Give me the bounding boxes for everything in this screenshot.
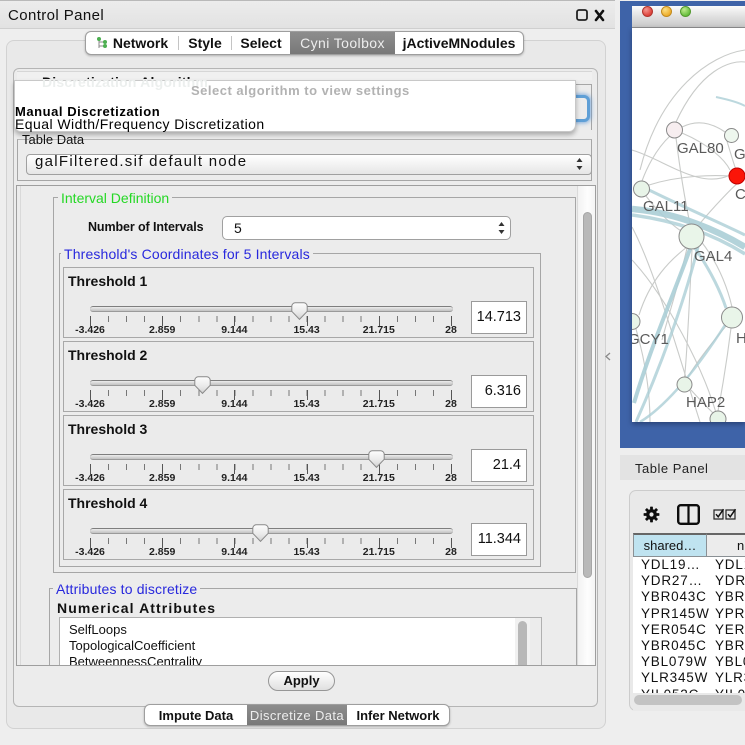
- svg-text:HAP2: HAP2: [686, 394, 725, 411]
- svg-text:GAL80: GAL80: [677, 140, 724, 157]
- svg-text:GA: GA: [734, 146, 745, 163]
- svg-text:GAL4: GAL4: [694, 248, 732, 265]
- svg-text:H: H: [736, 330, 745, 347]
- svg-text:GCY1: GCY1: [632, 331, 669, 348]
- svg-text:GAL11: GAL11: [643, 198, 689, 215]
- svg-text:C: C: [735, 186, 745, 203]
